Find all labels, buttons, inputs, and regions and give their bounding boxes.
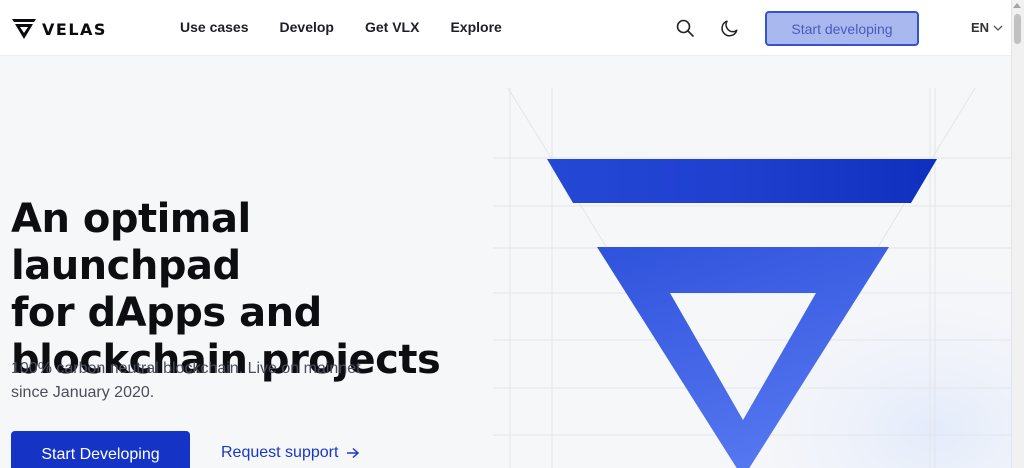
request-support-link[interactable]: Request support bbox=[221, 444, 360, 462]
language-label: EN bbox=[971, 20, 990, 35]
scrollbar-thumb[interactable] bbox=[1014, 14, 1021, 44]
nav-item-use-cases[interactable]: Use cases bbox=[180, 19, 249, 35]
language-selector[interactable]: EN bbox=[971, 20, 1003, 35]
moon-icon[interactable] bbox=[720, 18, 740, 38]
velas-logo[interactable]: VELAS bbox=[12, 18, 107, 40]
hero-title: An optimal launchpad for dApps and block… bbox=[11, 196, 491, 384]
nav-item-explore[interactable]: Explore bbox=[450, 19, 501, 35]
velas-logo-icon bbox=[12, 19, 36, 39]
hero-title-line-2: for dApps and bbox=[11, 290, 322, 336]
main-nav: Use cases Develop Get VLX Explore bbox=[180, 19, 533, 35]
start-developing-header-button[interactable]: Start developing bbox=[765, 11, 919, 46]
logo-text: VELAS bbox=[42, 19, 107, 39]
start-developing-button[interactable]: Start Developing bbox=[11, 431, 190, 468]
request-support-label: Request support bbox=[221, 444, 339, 461]
hero-subtitle: 100% carbon neutral blockchain. Live on … bbox=[11, 360, 361, 401]
chevron-down-icon bbox=[993, 25, 1003, 31]
scroll-up-arrow-icon[interactable] bbox=[1013, 3, 1021, 8]
hero-logo-graphic bbox=[490, 88, 1011, 468]
hero-title-line-1: An optimal launchpad bbox=[11, 196, 251, 289]
arrow-right-icon bbox=[347, 447, 360, 459]
nav-item-develop[interactable]: Develop bbox=[280, 19, 334, 35]
search-icon[interactable] bbox=[675, 18, 695, 38]
scrollbar-track[interactable] bbox=[1011, 0, 1024, 468]
top-navigation-bar: VELAS Use cases Develop Get VLX Explore … bbox=[0, 0, 1011, 56]
nav-item-get-vlx[interactable]: Get VLX bbox=[365, 19, 419, 35]
